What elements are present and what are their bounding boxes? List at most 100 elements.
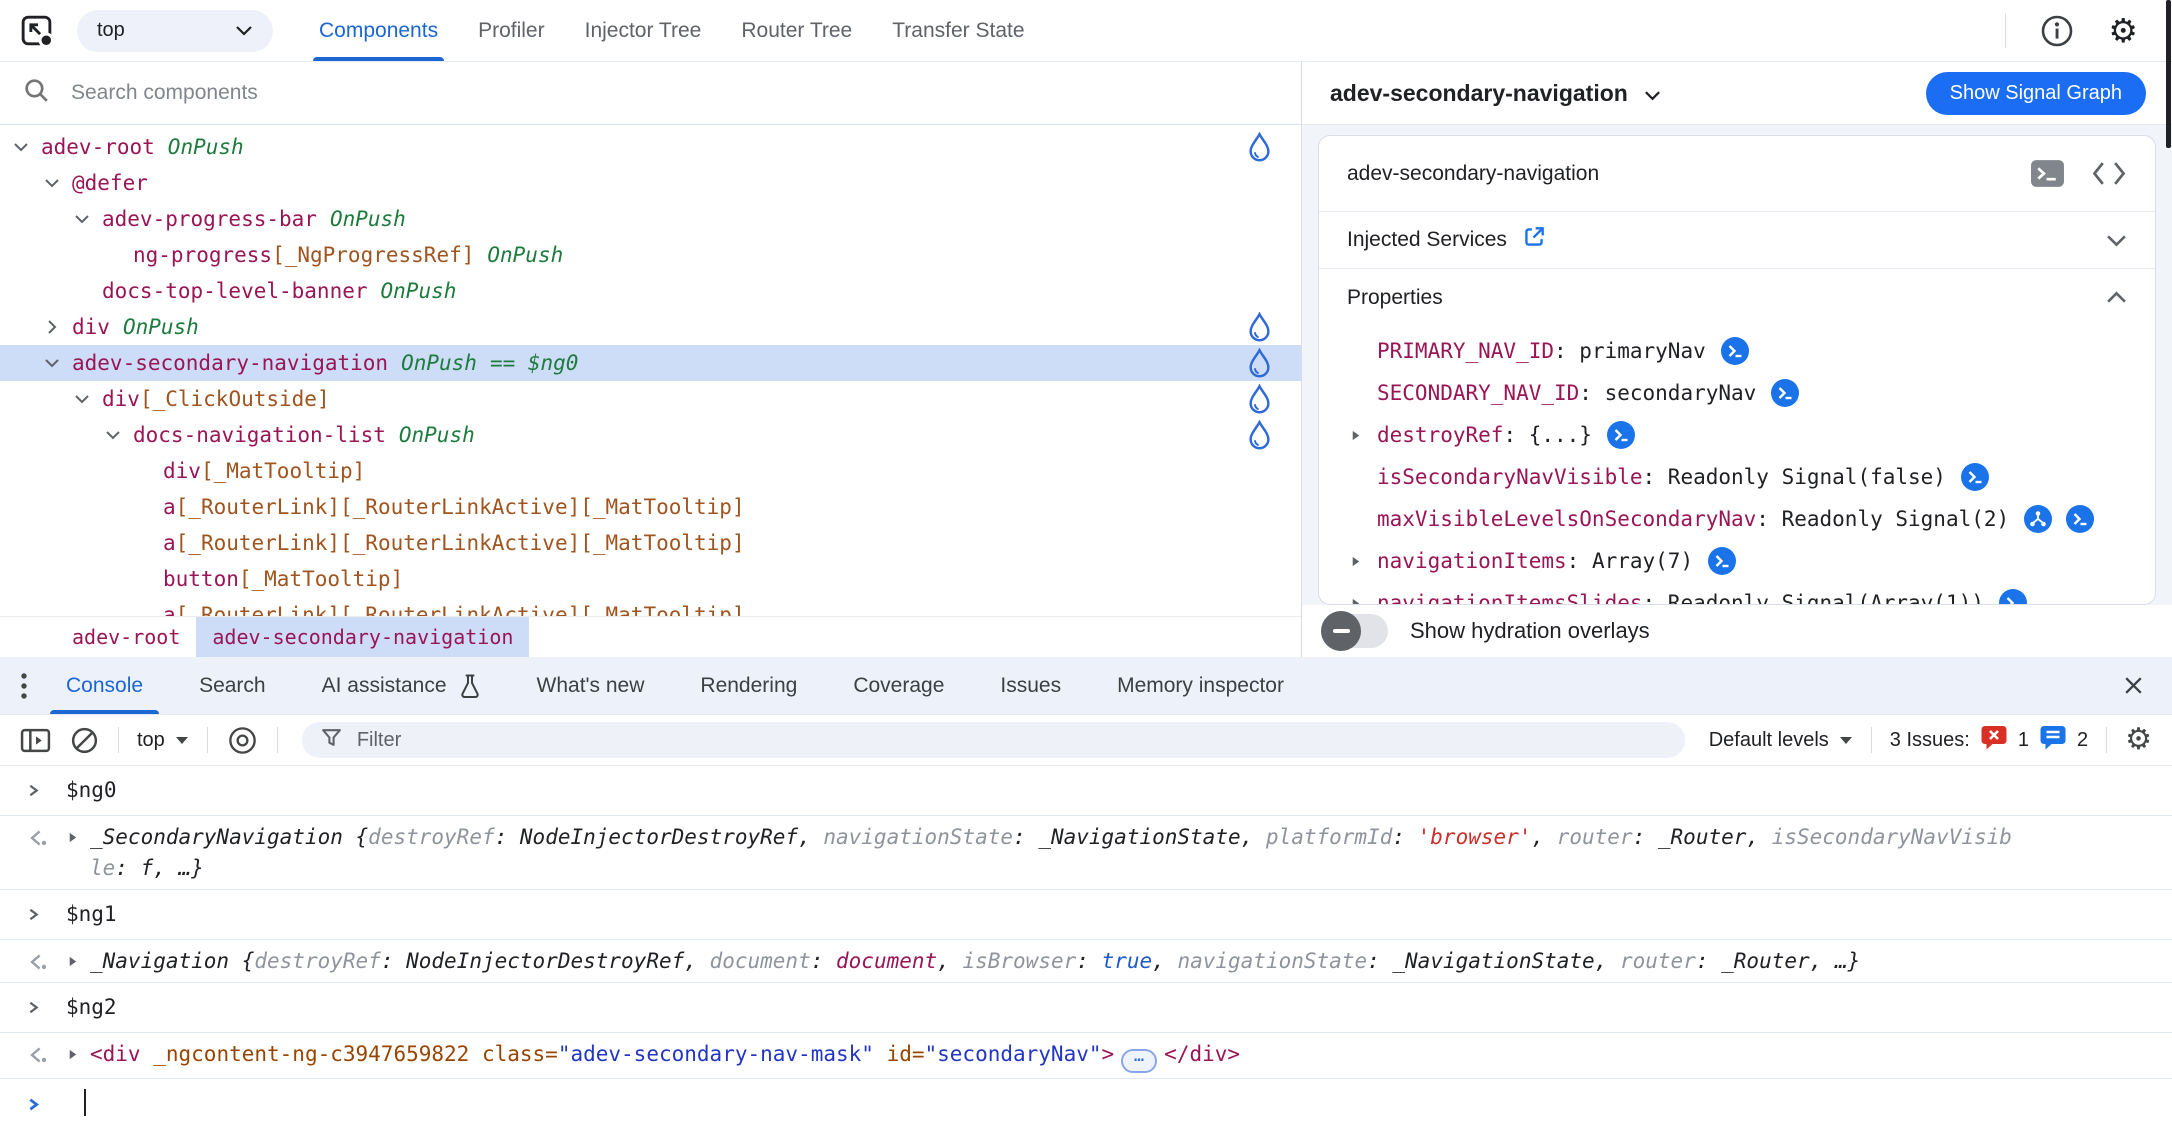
log-in-console-icon[interactable] xyxy=(1960,462,1990,492)
directive-list: [_ClickOutside] xyxy=(140,387,330,411)
chevron-down-icon[interactable] xyxy=(72,214,102,224)
log-in-console-icon[interactable] xyxy=(1606,420,1636,450)
input-chevron-icon xyxy=(26,899,66,930)
console-toolbar: top Default levels xyxy=(0,715,2172,766)
log-in-console-icon[interactable] xyxy=(1998,588,2028,605)
property-value: : Readonly Signal(2) xyxy=(1756,507,2009,531)
chevron-right-icon[interactable] xyxy=(42,322,72,332)
clear-console-icon[interactable] xyxy=(69,725,100,756)
console-prompt-row[interactable] xyxy=(0,1079,2172,1124)
tree-node[interactable]: adev-progress-barOnPush xyxy=(0,201,1301,237)
tab-transfer-state[interactable]: Transfer State xyxy=(892,0,1024,61)
devtools-drawer: Console Search AI assistance What's new Rend… xyxy=(0,657,2172,1124)
tree-node[interactable]: docs-navigation-listOnPush xyxy=(0,417,1301,453)
tree-node[interactable]: @defer xyxy=(0,165,1301,201)
chevron-down-icon[interactable] xyxy=(42,178,72,188)
chevron-down-icon[interactable] xyxy=(72,394,102,404)
info-icon[interactable] xyxy=(2040,14,2074,48)
tree-node[interactable]: adev-secondary-navigationOnPush== $ng0 xyxy=(0,345,1301,381)
expand-triangle-icon[interactable] xyxy=(66,822,90,853)
property-row: isSecondaryNavVisible: Readonly Signal(f… xyxy=(1319,456,2155,498)
hydration-droplet-icon xyxy=(1246,312,1273,348)
tree-node[interactable]: ng-progress[_NgProgressRef]OnPush xyxy=(0,237,1301,273)
chevron-down-icon[interactable] xyxy=(11,142,41,152)
issues-counter[interactable]: 3 Issues: 1 2 xyxy=(1890,724,2088,757)
hydration-overlays-toggle[interactable] xyxy=(1324,614,1388,648)
expand-triangle-icon[interactable] xyxy=(66,946,90,977)
log-in-console-icon[interactable] xyxy=(1720,336,1750,366)
expand-triangle-icon[interactable] xyxy=(66,1039,90,1070)
signal-graph-icon[interactable] xyxy=(2023,504,2053,534)
drawer-tab-coverage[interactable]: Coverage xyxy=(853,657,944,714)
log-in-console-icon[interactable] xyxy=(2065,504,2095,534)
console-sidebar-toggle-icon[interactable] xyxy=(20,727,51,754)
tab-injector-tree[interactable]: Injector Tree xyxy=(585,0,702,61)
breadcrumb-item[interactable]: adev-secondary-navigation xyxy=(196,617,529,657)
divider xyxy=(118,727,119,753)
details-card: adev-secondary-navigation xyxy=(1318,135,2156,605)
tree-node[interactable]: a[_RouterLink][_RouterLinkActive][_MatTo… xyxy=(0,489,1301,525)
hydration-overlays-label: Show hydration overlays xyxy=(1410,618,1650,644)
scrollbar-thumb[interactable] xyxy=(2166,0,2171,148)
console-settings-gear-icon[interactable]: ⚙ xyxy=(2125,725,2152,755)
angular-devtools-window: top Components Profiler Injector Tree Route… xyxy=(0,0,2172,1124)
frame-selector[interactable]: top xyxy=(77,10,273,52)
component-name: @defer xyxy=(72,171,148,195)
log-levels-selector[interactable]: Default levels xyxy=(1709,729,1853,752)
drawer-tab-console[interactable]: Console xyxy=(66,657,143,714)
console-context-selector[interactable]: top xyxy=(137,729,189,752)
tree-node[interactable]: div[_MatTooltip] xyxy=(0,453,1301,489)
drawer-tab-search[interactable]: Search xyxy=(199,657,266,714)
tree-node[interactable]: div[_ClickOutside] xyxy=(0,381,1301,417)
change-detection-badge: OnPush xyxy=(487,243,563,267)
tab-profiler[interactable]: Profiler xyxy=(478,0,545,61)
log-component-in-console-icon[interactable] xyxy=(2030,158,2065,189)
component-name: a xyxy=(163,495,176,519)
details-body: adev-secondary-navigation xyxy=(1302,125,2172,657)
drawer-tab-memory-inspector[interactable]: Memory inspector xyxy=(1117,657,1284,714)
selected-component-dropdown[interactable]: adev-secondary-navigation xyxy=(1330,80,1661,107)
property-value: : Readonly Signal(false) xyxy=(1643,465,1946,489)
external-link-icon[interactable] xyxy=(1521,224,1547,256)
chevron-down-icon[interactable] xyxy=(2106,234,2127,247)
tree-node[interactable]: a[_RouterLink][_RouterLinkActive][_MatTo… xyxy=(0,525,1301,561)
view-source-code-icon[interactable] xyxy=(2091,160,2127,187)
drawer-menu-kebab-icon[interactable] xyxy=(20,657,28,714)
drawer-tab-rendering[interactable]: Rendering xyxy=(700,657,797,714)
chevron-down-icon[interactable] xyxy=(42,358,72,368)
tree-node[interactable]: docs-top-level-bannerOnPush xyxy=(0,273,1301,309)
chevron-up-icon[interactable] xyxy=(2106,291,2127,304)
console-result: <div _ngcontent-ng-c3947659822 class="ad… xyxy=(90,1039,1240,1073)
tab-router-tree[interactable]: Router Tree xyxy=(741,0,852,61)
search-icon xyxy=(22,76,51,110)
console-filter-input[interactable] xyxy=(357,729,1667,752)
drawer-tab-issues[interactable]: Issues xyxy=(1000,657,1061,714)
tree-node[interactable]: adev-rootOnPush xyxy=(0,129,1301,165)
drawer-tab-ai-assistance[interactable]: AI assistance xyxy=(322,657,481,714)
log-in-console-icon[interactable] xyxy=(1770,378,1800,408)
log-in-console-icon[interactable] xyxy=(1707,546,1737,576)
expand-arrow-icon[interactable] xyxy=(1349,429,1377,442)
hydration-droplet-icon xyxy=(1246,384,1273,420)
search-components-input[interactable] xyxy=(71,81,1279,105)
tab-components[interactable]: Components xyxy=(319,0,438,61)
show-signal-graph-button[interactable]: Show Signal Graph xyxy=(1926,72,2146,115)
expand-arrow-icon[interactable] xyxy=(1349,555,1377,568)
tree-node[interactable]: button[_MatTooltip] xyxy=(0,561,1301,597)
collapsed-children-ellipsis[interactable]: ⋯ xyxy=(1121,1049,1157,1073)
component-tree-panel: adev-rootOnPush@deferadev-progress-barOn… xyxy=(0,62,1302,657)
tree-node[interactable]: a[_RouterLink][_RouterLinkActive][_MatTo… xyxy=(0,597,1301,616)
expand-arrow-icon[interactable] xyxy=(1349,597,1377,606)
tree-node[interactable]: divOnPush xyxy=(0,309,1301,345)
toggle-knob-minus-icon xyxy=(1321,611,1361,651)
drawer-tab-what-s-new[interactable]: What's new xyxy=(537,657,645,714)
inspect-element-icon[interactable] xyxy=(18,12,55,49)
properties-section[interactable]: Properties xyxy=(1319,269,2155,326)
injected-services-section[interactable]: Injected Services xyxy=(1319,212,2155,269)
settings-gear-icon[interactable]: ⚙ xyxy=(2108,14,2138,47)
breadcrumb-item[interactable]: adev-root xyxy=(56,617,196,657)
chevron-down-icon[interactable] xyxy=(103,430,133,440)
close-drawer-icon[interactable] xyxy=(2121,657,2146,714)
property-name: maxVisibleLevelsOnSecondaryNav xyxy=(1377,507,1756,531)
live-expression-eye-icon[interactable] xyxy=(226,724,259,757)
